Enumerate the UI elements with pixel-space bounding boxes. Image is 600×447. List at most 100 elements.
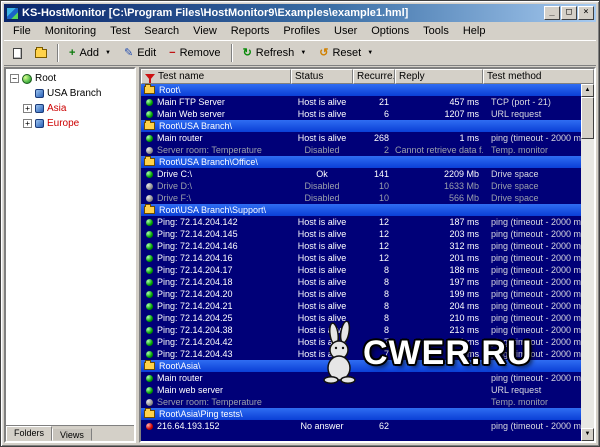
test-row[interactable]: Main FTP ServerHost is alive21457 msTCP … [141, 96, 581, 108]
cell-test-method: ping (timeout - 2000 ms) [483, 300, 581, 312]
column-header-recurrences[interactable]: Recurre... [353, 69, 395, 84]
status-icon-cell [141, 144, 157, 156]
close-button[interactable]: × [578, 6, 594, 20]
folder-node-icon [35, 119, 44, 128]
status-icon-cell [141, 96, 157, 108]
folder-row[interactable]: Root\USA Branch\ [141, 120, 581, 132]
test-row[interactable]: Main Web serverHost is alive61207 msURL … [141, 108, 581, 120]
scrollbar-thumb[interactable] [581, 97, 594, 139]
status-led-icon [146, 171, 153, 178]
remove-button[interactable]: − Remove [163, 45, 226, 61]
maximize-button[interactable]: □ [561, 6, 577, 20]
folder-row[interactable]: Root\Asia\ [141, 360, 581, 372]
folder-row[interactable]: Root\Asia\Ping tests\ [141, 408, 581, 420]
tree-item-label: USA Branch [47, 88, 101, 99]
cell-reply [395, 384, 483, 396]
expand-icon[interactable]: + [23, 119, 32, 128]
test-row[interactable]: Main routerping (timeout - 2000 ms) [141, 372, 581, 384]
minimize-button[interactable]: _ [544, 6, 560, 20]
test-list: Root\Main FTP ServerHost is alive21457 m… [141, 84, 581, 441]
new-file-button[interactable] [7, 46, 28, 61]
cell-test-method: URL request [483, 108, 581, 120]
cell-recurrences: 8 [353, 264, 395, 276]
menu-item-search[interactable]: Search [137, 23, 186, 39]
column-header-reply[interactable]: Reply [395, 69, 483, 84]
menu-item-profiles[interactable]: Profiles [276, 23, 327, 39]
vertical-scrollbar[interactable]: ▲ ▼ [581, 84, 594, 441]
test-row[interactable]: Ping: 72.14.204.38Host is alive8213 mspi… [141, 324, 581, 336]
test-row[interactable]: Ping: 72.14.204.17Host is alive8188 mspi… [141, 264, 581, 276]
test-row[interactable]: 216.64.193.152No answer62ping (timeout -… [141, 420, 581, 432]
folder-row[interactable]: Root\USA Branch\Support\ [141, 204, 581, 216]
cell-recurrences: 268 [353, 132, 395, 144]
reset-button[interactable]: ↺ Reset ▼ [313, 45, 379, 61]
menu-item-tools[interactable]: Tools [416, 23, 456, 39]
menu-item-reports[interactable]: Reports [224, 23, 277, 39]
cell-test-method: URL request [483, 384, 581, 396]
test-row[interactable]: Server room: TemperatureDisabled2Cannot … [141, 144, 581, 156]
cell-recurrences: 12 [353, 216, 395, 228]
tree-item-label: Asia [47, 103, 66, 114]
status-led-icon [146, 327, 153, 334]
test-row[interactable]: Ping: 72.14.204.42Host is alive7221 mspi… [141, 336, 581, 348]
test-row[interactable]: Ping: 72.14.204.21Host is alive8204 mspi… [141, 300, 581, 312]
tree-item-root[interactable]: − Root [6, 71, 134, 86]
test-row[interactable]: Main web serverURL request [141, 384, 581, 396]
column-header-test-name[interactable]: Test name [141, 69, 291, 84]
column-header-status[interactable]: Status [291, 69, 353, 84]
menu-item-help[interactable]: Help [456, 23, 493, 39]
expand-icon[interactable]: + [23, 104, 32, 113]
status-led-icon [146, 387, 153, 394]
folder-icon [144, 410, 155, 418]
test-row[interactable]: Ping: 72.14.204.43Host is alive7193 mspi… [141, 348, 581, 360]
collapse-icon[interactable]: − [10, 74, 19, 83]
test-row[interactable]: Drive C:\Ok1412209 MbDrive space [141, 168, 581, 180]
folder-row[interactable]: Root\USA Branch\Office\ [141, 156, 581, 168]
tree-item-label: Root [35, 73, 56, 84]
cell-test-name: Server room: Temperature [157, 144, 291, 156]
test-row[interactable]: Ping: 72.14.204.25Host is alive8210 mspi… [141, 312, 581, 324]
menu-item-test[interactable]: Test [103, 23, 137, 39]
menu-item-options[interactable]: Options [364, 23, 416, 39]
menu-item-monitoring[interactable]: Monitoring [38, 23, 103, 39]
scroll-down-icon[interactable]: ▼ [581, 428, 594, 441]
titlebar[interactable]: KS-HostMonitor [C:\Program Files\HostMon… [4, 4, 596, 22]
reset-button-label: Reset [332, 47, 361, 59]
refresh-button[interactable]: ↻ Refresh ▼ [237, 45, 313, 61]
test-row[interactable]: Ping: 72.14.204.18Host is alive8197 mspi… [141, 276, 581, 288]
folder-row[interactable]: Root\ [141, 84, 581, 96]
status-led-icon [146, 267, 153, 274]
cell-test-method: ping (timeout - 2000 ms) [483, 132, 581, 144]
scroll-up-icon[interactable]: ▲ [581, 84, 594, 97]
test-row[interactable]: Ping: 72.14.204.20Host is alive8199 mspi… [141, 288, 581, 300]
tree-item-asia[interactable]: + Asia [6, 101, 134, 116]
test-row[interactable]: Ping: 72.14.204.16Host is alive12201 msp… [141, 252, 581, 264]
edit-button[interactable]: ✎ Edit [118, 45, 162, 61]
add-button-label: Add [79, 47, 99, 59]
cell-test-name: Ping: 72.14.204.43 [157, 348, 291, 360]
tab-views[interactable]: Views [52, 428, 92, 441]
test-row[interactable]: Drive D:\Disabled101633 MbDrive space [141, 180, 581, 192]
status-led-icon [146, 99, 153, 106]
folder-icon [144, 362, 155, 370]
cell-status: Host is alive [291, 348, 353, 360]
cell-reply: 213 ms [395, 324, 483, 336]
menu-item-user[interactable]: User [327, 23, 364, 39]
test-row[interactable]: Ping: 72.14.204.146Host is alive12312 ms… [141, 240, 581, 252]
menu-item-file[interactable]: File [6, 23, 38, 39]
menu-item-view[interactable]: View [186, 23, 224, 39]
test-row[interactable]: Ping: 72.14.204.142Host is alive12187 ms… [141, 216, 581, 228]
test-row[interactable]: Ping: 72.14.204.145Host is alive12203 ms… [141, 228, 581, 240]
test-row[interactable]: Drive F:\Disabled10566 MbDrive space [141, 192, 581, 204]
open-file-button[interactable] [29, 47, 53, 60]
column-header-test-method[interactable]: Test method [483, 69, 594, 84]
cell-recurrences: 21 [353, 96, 395, 108]
test-row[interactable]: Main routerHost is alive2681 msping (tim… [141, 132, 581, 144]
tree-item-europe[interactable]: +Europe [6, 116, 134, 131]
tree-item-usa-branch[interactable]: USA Branch [6, 86, 134, 101]
test-row[interactable]: Server room: TemperatureTemp. monitor [141, 396, 581, 408]
add-button[interactable]: + Add ▼ [63, 45, 117, 61]
status-led-icon [146, 135, 153, 142]
tab-folders[interactable]: Folders [6, 426, 52, 441]
cell-recurrences: 141 [353, 168, 395, 180]
